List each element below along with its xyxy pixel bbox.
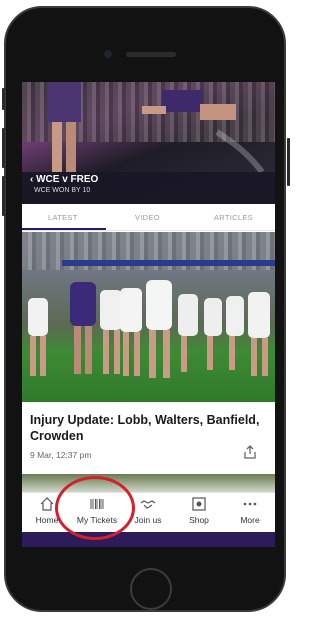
side-button bbox=[2, 88, 5, 110]
highlight-circle bbox=[55, 476, 135, 540]
nav-shop[interactable]: Shop bbox=[174, 493, 224, 533]
content-tabs: LATEST VIDEO ARTICLES bbox=[22, 206, 275, 231]
article-headline[interactable]: Injury Update: Lobb, Walters, Banfield, … bbox=[30, 412, 268, 444]
power-button bbox=[287, 138, 290, 186]
tab-latest[interactable]: LATEST bbox=[48, 213, 78, 222]
app-screen: ‹ WCE v FREO WCE WON BY 10 LATEST VIDEO … bbox=[22, 82, 275, 547]
players-image bbox=[28, 280, 270, 378]
article-date: 9 Mar, 12:37 pm bbox=[30, 450, 92, 460]
nav-more-label: More bbox=[240, 515, 260, 525]
article-photo[interactable] bbox=[22, 232, 275, 402]
next-article-peek[interactable] bbox=[22, 474, 275, 492]
front-camera bbox=[104, 50, 112, 58]
handshake-icon bbox=[140, 500, 156, 509]
speaker bbox=[126, 52, 176, 57]
volume-up-button bbox=[2, 128, 5, 168]
shop-icon bbox=[192, 497, 206, 511]
volume-down-button bbox=[2, 176, 5, 216]
share-icon[interactable] bbox=[242, 444, 258, 460]
brand-strip bbox=[22, 532, 275, 547]
home-icon bbox=[40, 497, 54, 511]
hero-banner[interactable]: ‹ WCE v FREO WCE WON BY 10 bbox=[22, 82, 275, 204]
home-button[interactable] bbox=[130, 568, 172, 610]
more-icon bbox=[243, 502, 257, 506]
match-result: WCE WON BY 10 bbox=[34, 187, 91, 194]
tab-active-indicator bbox=[22, 228, 106, 230]
nav-shop-label: Shop bbox=[189, 515, 209, 525]
tab-video[interactable]: VIDEO bbox=[135, 213, 160, 222]
tab-articles[interactable]: ARTICLES bbox=[214, 213, 253, 222]
nav-more[interactable]: More bbox=[225, 493, 275, 533]
match-title: ‹ WCE v FREO bbox=[30, 174, 99, 185]
